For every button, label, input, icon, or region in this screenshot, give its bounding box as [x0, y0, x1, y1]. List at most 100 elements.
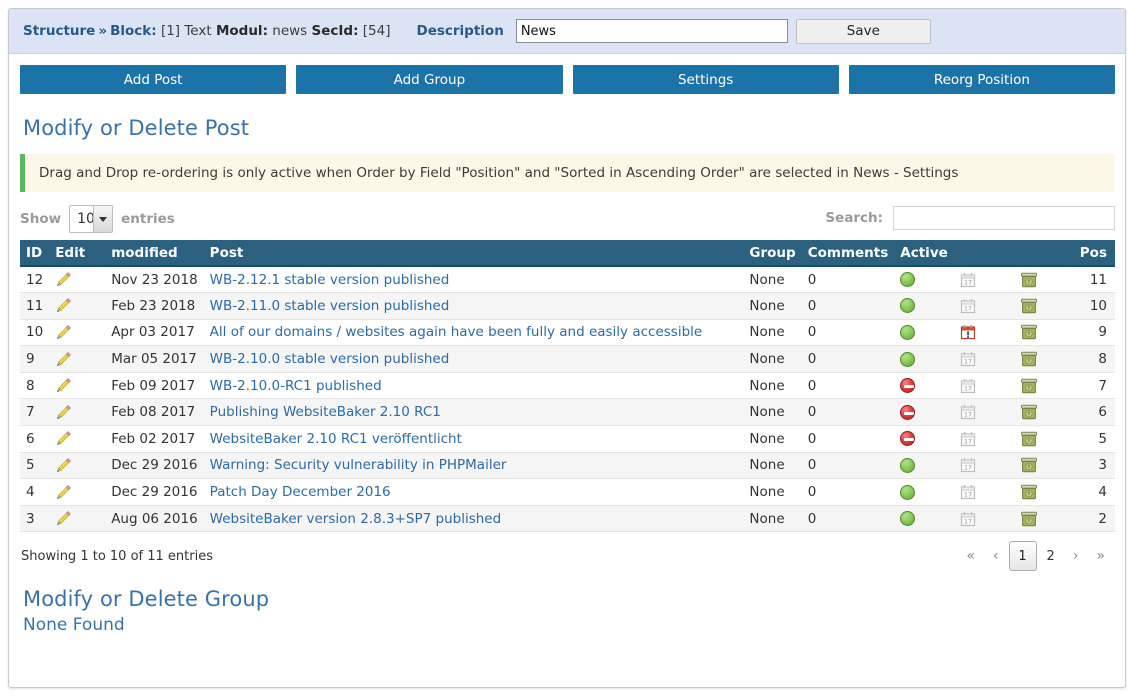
col-header-active[interactable]: Active: [894, 240, 954, 267]
edit-pencil-icon[interactable]: [55, 377, 72, 394]
post-title-link[interactable]: Publishing WebsiteBaker 2.10 RC1: [210, 404, 441, 420]
col-header-id[interactable]: ID: [20, 240, 50, 267]
calendar-icon[interactable]: 17: [960, 511, 976, 527]
cell-edit[interactable]: [49, 292, 106, 320]
cell-delete[interactable]: [1013, 292, 1074, 320]
edit-pencil-icon[interactable]: [55, 324, 72, 341]
status-active-icon[interactable]: [900, 457, 916, 473]
table-row[interactable]: 7 Feb 08 2017 Publishing WebsiteBaker 2.10…: [20, 398, 1115, 427]
edit-pencil-icon[interactable]: [55, 510, 72, 527]
pagination-last[interactable]: »: [1088, 543, 1113, 569]
status-active-icon[interactable]: [900, 324, 916, 340]
cell-edit[interactable]: [49, 478, 106, 506]
cell-active[interactable]: [894, 266, 954, 294]
table-row[interactable]: 6 Feb 02 2017 WebsiteBaker 2.10 RC1 veröff…: [20, 425, 1115, 453]
cell-active[interactable]: [894, 425, 954, 453]
cell-active[interactable]: [894, 452, 954, 480]
calendar-icon[interactable]: 17: [960, 298, 976, 314]
table-row[interactable]: 3 Aug 06 2016 WebsiteBaker version 2.8.3+S…: [20, 505, 1115, 533]
cell-active[interactable]: [894, 398, 954, 427]
calendar-icon[interactable]: 17: [960, 351, 976, 367]
cell-delete[interactable]: [1013, 372, 1074, 400]
cell-delete[interactable]: [1013, 266, 1074, 294]
calendar-alert-icon[interactable]: [960, 324, 976, 340]
cell-delete[interactable]: [1013, 319, 1074, 347]
cell-post[interactable]: Publishing WebsiteBaker 2.10 RC1: [203, 398, 744, 427]
pagination-page-1[interactable]: 1: [1008, 541, 1037, 572]
cell-post[interactable]: WB-2.10.0-RC1 published: [203, 372, 744, 400]
calendar-icon[interactable]: 17: [960, 431, 976, 447]
cell-edit[interactable]: [49, 266, 106, 294]
cell-delete[interactable]: [1013, 478, 1074, 506]
cell-edit[interactable]: [49, 398, 106, 427]
table-row[interactable]: 12 Nov 23 2018 WB-2.12.1 stable version pu…: [20, 266, 1115, 294]
cell-post[interactable]: WB-2.11.0 stable version published: [203, 292, 744, 320]
cell-delete[interactable]: [1013, 452, 1074, 480]
save-button[interactable]: Save: [795, 18, 931, 44]
cell-post[interactable]: WebsiteBaker version 2.8.3+SP7 published: [203, 505, 744, 533]
cell-edit[interactable]: [49, 452, 106, 480]
status-active-icon[interactable]: [900, 511, 916, 527]
status-inactive-icon[interactable]: [900, 404, 916, 420]
col-header-comments[interactable]: Comments: [801, 240, 895, 267]
status-active-icon[interactable]: [900, 351, 916, 367]
reorg-position-button[interactable]: Reorg Position: [848, 65, 1115, 94]
page-length-select[interactable]: 10: [69, 205, 114, 233]
edit-pencil-icon[interactable]: [55, 297, 72, 314]
status-inactive-icon[interactable]: [900, 378, 916, 394]
cell-delete[interactable]: [1013, 398, 1074, 427]
edit-pencil-icon[interactable]: [55, 484, 72, 501]
cell-post[interactable]: WebsiteBaker 2.10 RC1 veröffentlicht: [203, 425, 744, 453]
search-input[interactable]: [893, 206, 1115, 230]
delete-bin-icon[interactable]: [1020, 351, 1038, 367]
calendar-icon[interactable]: 17: [960, 457, 976, 473]
table-row[interactable]: 11 Feb 23 2018 WB-2.11.0 stable version pu…: [20, 292, 1115, 320]
col-header-post[interactable]: Post: [203, 240, 744, 267]
cell-post[interactable]: WB-2.12.1 stable version published: [203, 266, 744, 294]
table-row[interactable]: 9 Mar 05 2017 WB-2.10.0 stable version pub…: [20, 345, 1115, 373]
cell-active[interactable]: [894, 478, 954, 506]
edit-pencil-icon[interactable]: [55, 457, 72, 474]
add-post-button[interactable]: Add Post: [20, 65, 287, 94]
calendar-icon[interactable]: 17: [960, 378, 976, 394]
post-title-link[interactable]: Patch Day December 2016: [210, 484, 391, 500]
cell-calendar[interactable]: 17: [953, 425, 1014, 453]
edit-pencil-icon[interactable]: [55, 430, 72, 447]
cell-post[interactable]: Warning: Security vulnerability in PHPMa…: [203, 452, 744, 480]
cell-edit[interactable]: [49, 505, 106, 533]
col-header-edit[interactable]: Edit: [49, 240, 106, 267]
delete-bin-icon[interactable]: [1020, 511, 1038, 527]
status-active-icon[interactable]: [900, 298, 916, 314]
cell-post[interactable]: WB-2.10.0 stable version published: [203, 345, 744, 373]
status-active-icon[interactable]: [900, 272, 916, 288]
cell-calendar[interactable]: 17: [953, 372, 1014, 400]
edit-pencil-icon[interactable]: [55, 404, 72, 421]
cell-edit[interactable]: [49, 345, 106, 373]
cell-calendar[interactable]: 17: [953, 292, 1014, 320]
delete-bin-icon[interactable]: [1020, 378, 1038, 394]
post-title-link[interactable]: WB-2.10.0 stable version published: [210, 351, 450, 367]
post-title-link[interactable]: WB-2.10.0-RC1 published: [210, 378, 382, 394]
cell-calendar[interactable]: 17: [953, 452, 1014, 480]
post-title-link[interactable]: WebsiteBaker 2.10 RC1 veröffentlicht: [210, 431, 462, 447]
pagination-next[interactable]: ›: [1065, 543, 1087, 569]
description-input[interactable]: [515, 19, 788, 43]
cell-edit[interactable]: [49, 372, 106, 400]
pagination-previous[interactable]: ‹: [985, 543, 1007, 569]
delete-bin-icon[interactable]: [1020, 272, 1038, 288]
delete-bin-icon[interactable]: [1020, 457, 1038, 473]
cell-edit[interactable]: [49, 319, 106, 347]
delete-bin-icon[interactable]: [1020, 298, 1038, 314]
status-active-icon[interactable]: [900, 484, 916, 500]
post-title-link[interactable]: WB-2.11.0 stable version published: [210, 298, 450, 314]
delete-bin-icon[interactable]: [1020, 484, 1038, 500]
cell-edit[interactable]: [49, 425, 106, 453]
delete-bin-icon[interactable]: [1020, 324, 1038, 340]
settings-button[interactable]: Settings: [572, 65, 839, 94]
table-row[interactable]: 4 Dec 29 2016 Patch Day December 2016 None 0…: [20, 478, 1115, 506]
cell-active[interactable]: [894, 292, 954, 320]
cell-calendar[interactable]: 17: [953, 345, 1014, 373]
pagination-first[interactable]: «: [958, 543, 983, 569]
col-header-modified[interactable]: modified: [105, 240, 204, 267]
cell-calendar[interactable]: [953, 319, 1014, 347]
